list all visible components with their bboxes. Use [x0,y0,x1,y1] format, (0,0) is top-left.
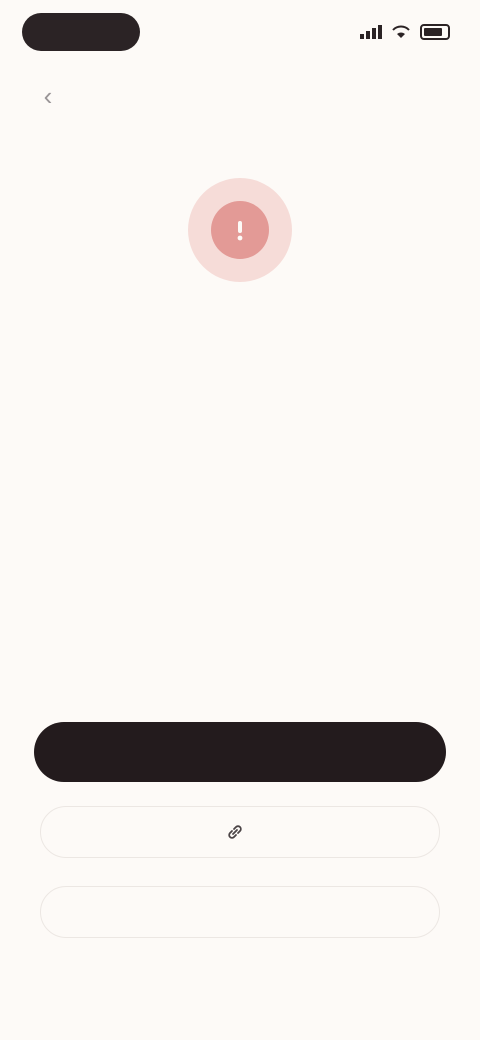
back-button[interactable]: ‹ [26,74,70,118]
hero-icon-circle [188,178,292,282]
status-time [22,13,140,51]
battery-icon [420,24,450,40]
signal-icon [360,25,382,39]
secondary-button[interactable] [40,806,440,858]
back-arrow-icon: ‹ [43,80,53,111]
status-icons [360,24,450,40]
status-bar [0,0,480,64]
wifi-icon [392,25,410,38]
tertiary-button[interactable] [40,886,440,938]
link-icon [228,825,242,839]
primary-button[interactable] [34,722,446,782]
alert-icon [211,201,269,259]
